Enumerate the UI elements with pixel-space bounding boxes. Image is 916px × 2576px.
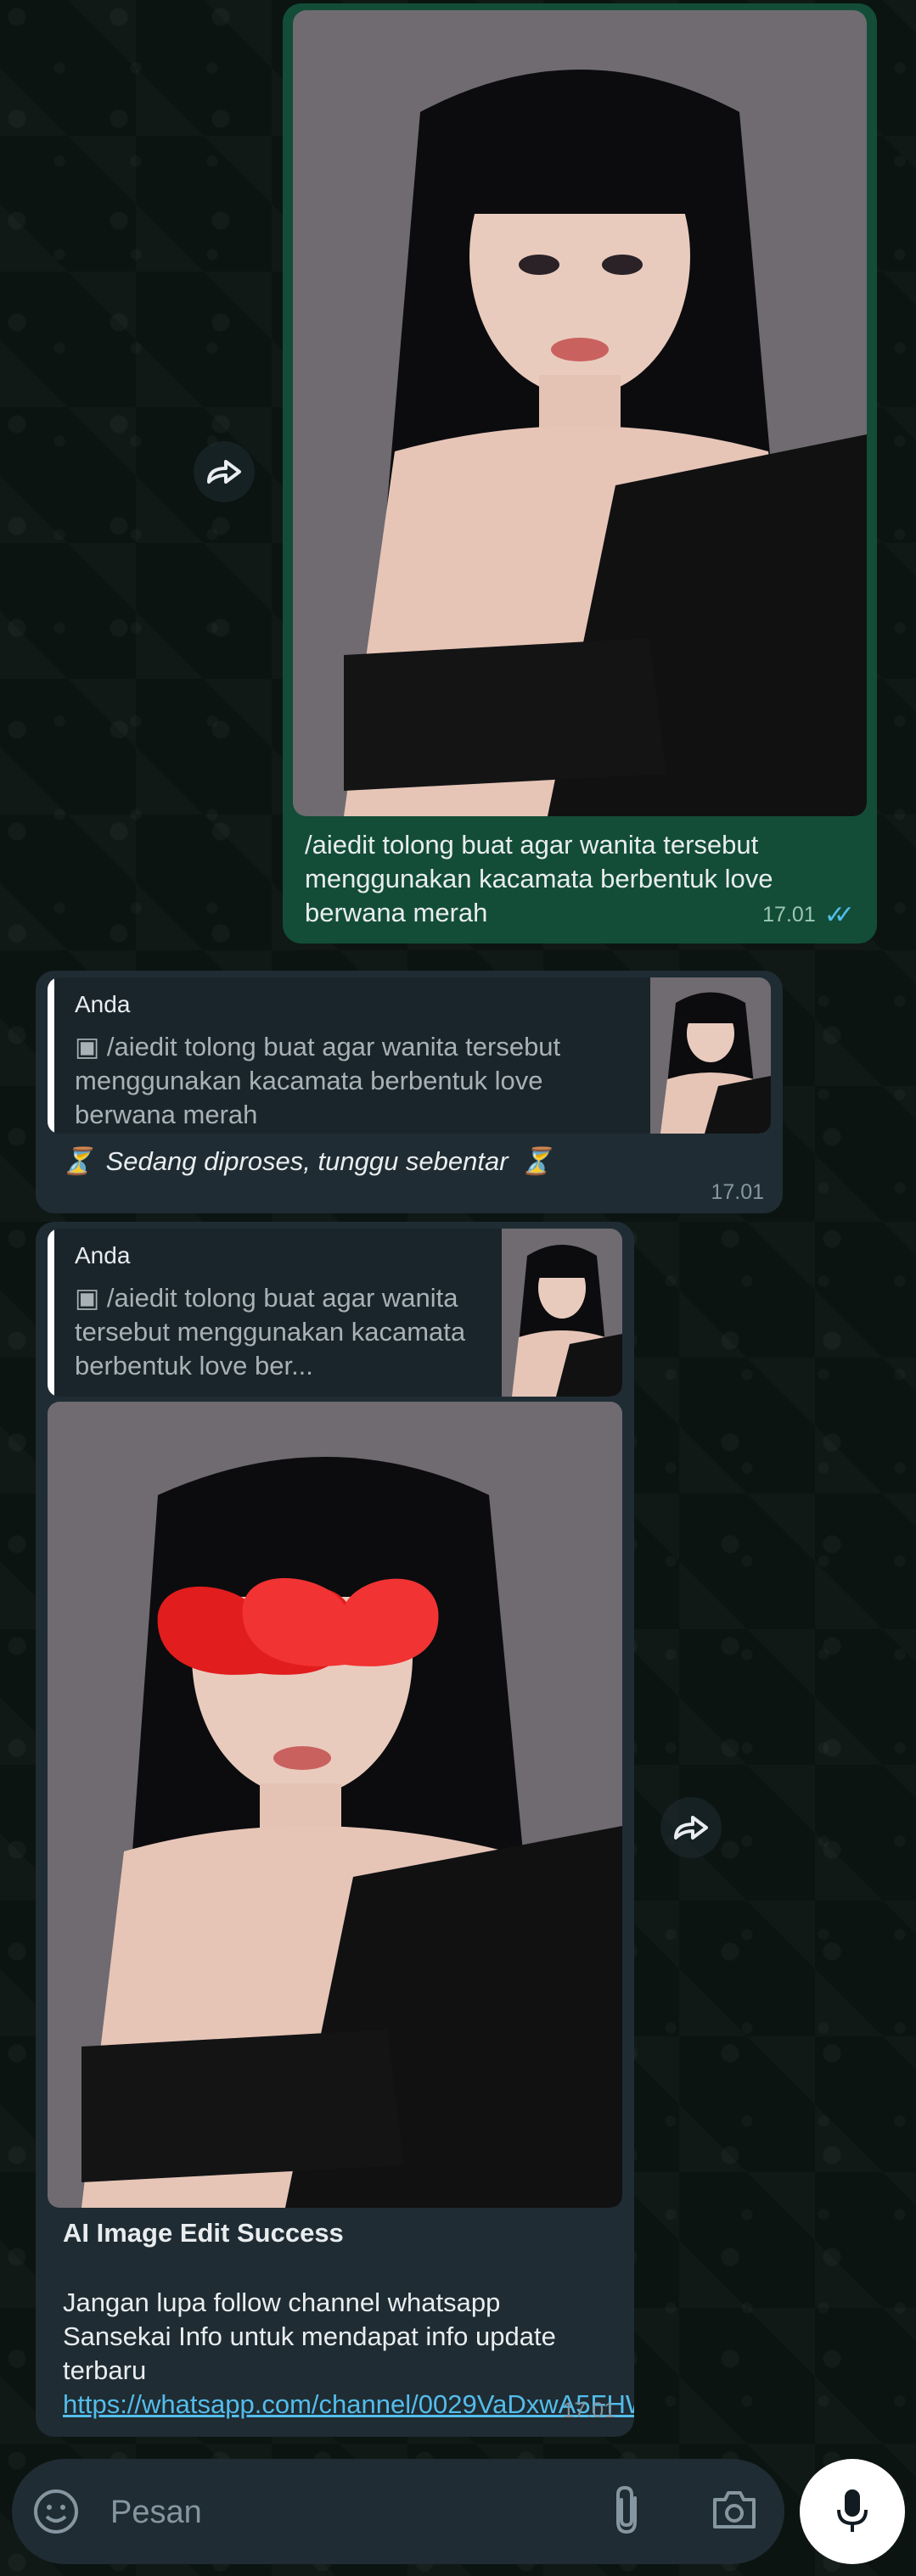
- edited-photo[interactable]: [48, 1402, 622, 2208]
- message-time: 17.01: [711, 1180, 764, 1204]
- processing-status: ⏳ Sedang diproses, tunggu sebentar ⏳: [61, 1145, 553, 1177]
- quoted-sender: Anda: [75, 991, 131, 1017]
- mic-icon: [837, 2489, 868, 2532]
- image-icon: ▣: [75, 1032, 107, 1061]
- sent-photo[interactable]: [293, 10, 867, 816]
- quote-bar: [48, 977, 54, 1134]
- message-input[interactable]: Pesan: [110, 2495, 202, 2531]
- quoted-text: ▣ /aiedit tolong buat agar wanita terseb…: [75, 1032, 561, 1129]
- quoted-message[interactable]: Anda ▣ /aiedit tolong buat agar wanita t…: [48, 1229, 622, 1397]
- quoted-thumbnail: [502, 1229, 622, 1397]
- quoted-sender: Anda: [75, 1242, 131, 1268]
- mic-button[interactable]: [800, 2459, 905, 2564]
- message-composer[interactable]: Pesan: [12, 2459, 784, 2564]
- quoted-message[interactable]: Anda ▣ /aiedit tolong buat agar wanita t…: [48, 977, 771, 1134]
- quoted-text: ▣ /aiedit tolong buat agar wanita terseb…: [75, 1283, 466, 1380]
- result-reply-message[interactable]: Anda ▣ /aiedit tolong buat agar wanita t…: [36, 1222, 634, 2437]
- image-icon: ▣: [75, 1283, 107, 1313]
- message-meta: 17.01 ✓✓: [762, 900, 855, 930]
- sticker-icon[interactable]: [32, 2488, 80, 2540]
- quoted-thumbnail: [650, 977, 771, 1134]
- message-time: 17.01: [762, 903, 816, 927]
- double-check-icon: ✓✓: [823, 901, 855, 929]
- hourglass-icon: ⏳: [520, 1146, 554, 1176]
- result-body: Jangan lupa follow channel whatsapp Sans…: [63, 2286, 634, 2422]
- camera-icon[interactable]: [710, 2488, 759, 2536]
- outgoing-image-message[interactable]: /aiedit tolong buat agar wanita tersebut…: [283, 3, 877, 944]
- result-title: AI Image Edit Success: [63, 2218, 344, 2248]
- hourglass-icon: ⏳: [61, 1146, 94, 1176]
- processing-status-text: Sedang diproses, tunggu sebentar: [105, 1145, 509, 1176]
- channel-link[interactable]: https://whatsapp.com/channel/0029VaDxwA5…: [63, 2389, 634, 2419]
- forward-icon[interactable]: [660, 1797, 722, 1858]
- quote-bar: [48, 1229, 54, 1397]
- processing-reply-message[interactable]: Anda ▣ /aiedit tolong buat agar wanita t…: [36, 971, 783, 1213]
- message-time: 17.01: [562, 2399, 615, 2422]
- attach-icon[interactable]: [606, 2484, 647, 2543]
- forward-icon[interactable]: [194, 441, 255, 502]
